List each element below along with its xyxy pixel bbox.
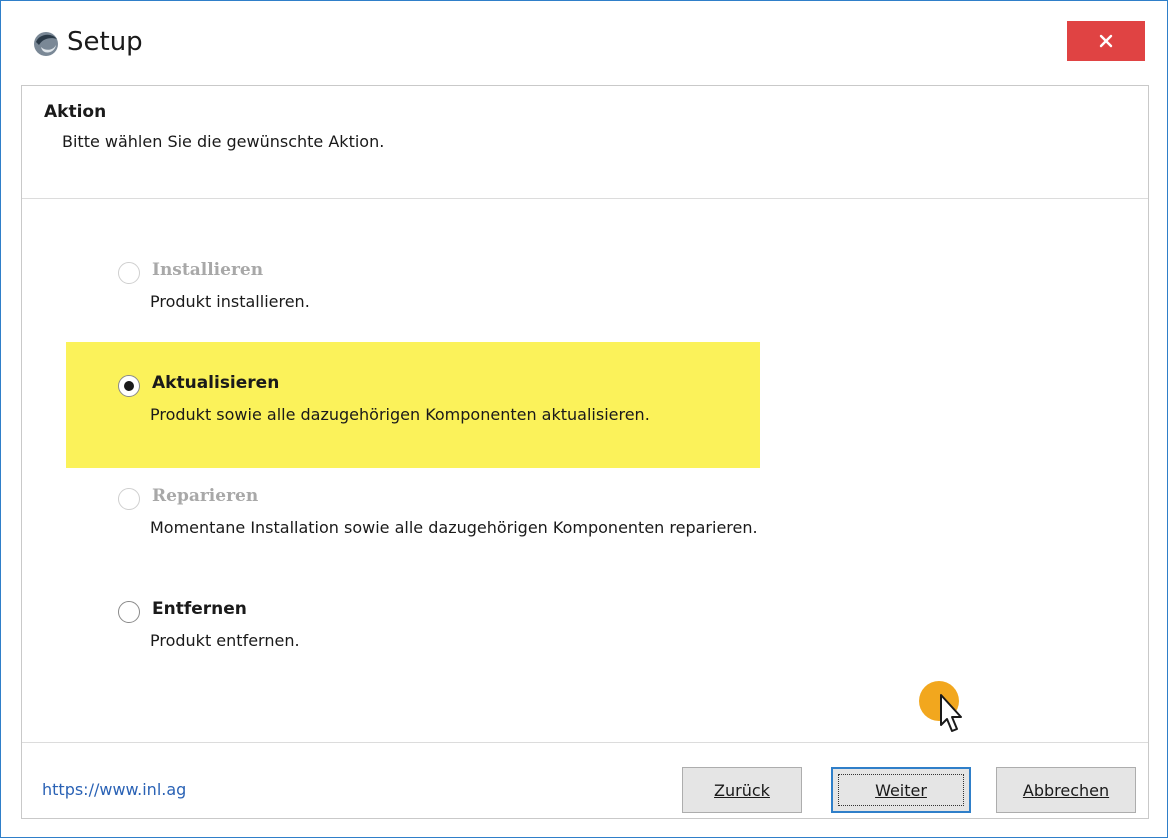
option-label: Reparieren <box>152 486 259 506</box>
setup-app-icon <box>31 29 61 59</box>
setup-window: Setup Aktion Bitte wählen Sie die gewüns… <box>0 0 1168 838</box>
footer-divider <box>22 742 1148 743</box>
radio-entfernen[interactable] <box>118 601 140 623</box>
option-description: Momentane Installation sowie alle dazuge… <box>150 518 758 537</box>
mouse-pointer-icon <box>940 694 962 732</box>
option-description: Produkt installieren. <box>150 292 310 311</box>
option-description: Produkt sowie alle dazugehörigen Kompone… <box>150 405 650 424</box>
cancel-button[interactable]: Abbrechen <box>996 767 1136 813</box>
radio-installieren <box>118 262 140 284</box>
website-link[interactable]: https://www.inl.ag <box>42 780 186 799</box>
radio-reparieren <box>118 488 140 510</box>
title-bar[interactable]: Setup <box>1 1 1167 85</box>
window-title: Setup <box>67 27 143 57</box>
page-subtitle: Bitte wählen Sie die gewünschte Aktion. <box>62 132 385 151</box>
close-button[interactable] <box>1067 21 1145 61</box>
option-label[interactable]: Entfernen <box>152 599 247 619</box>
back-button-label: Zurück <box>714 780 770 800</box>
focus-rectangle <box>838 774 964 806</box>
back-button[interactable]: Zurück <box>682 767 802 813</box>
next-button[interactable]: Weiter <box>831 767 971 813</box>
wizard-client-area: Aktion Bitte wählen Sie die gewünschte A… <box>21 85 1149 819</box>
option-description: Produkt entfernen. <box>150 631 300 650</box>
cancel-button-label: Abbrechen <box>1022 780 1110 800</box>
page-title: Aktion <box>44 102 107 122</box>
option-label: Installieren <box>152 260 264 280</box>
close-icon <box>1099 34 1113 48</box>
radio-aktualisieren[interactable] <box>118 375 140 397</box>
wizard-header: Aktion Bitte wählen Sie die gewünschte A… <box>22 86 1148 199</box>
option-label[interactable]: Aktualisieren <box>152 373 279 393</box>
